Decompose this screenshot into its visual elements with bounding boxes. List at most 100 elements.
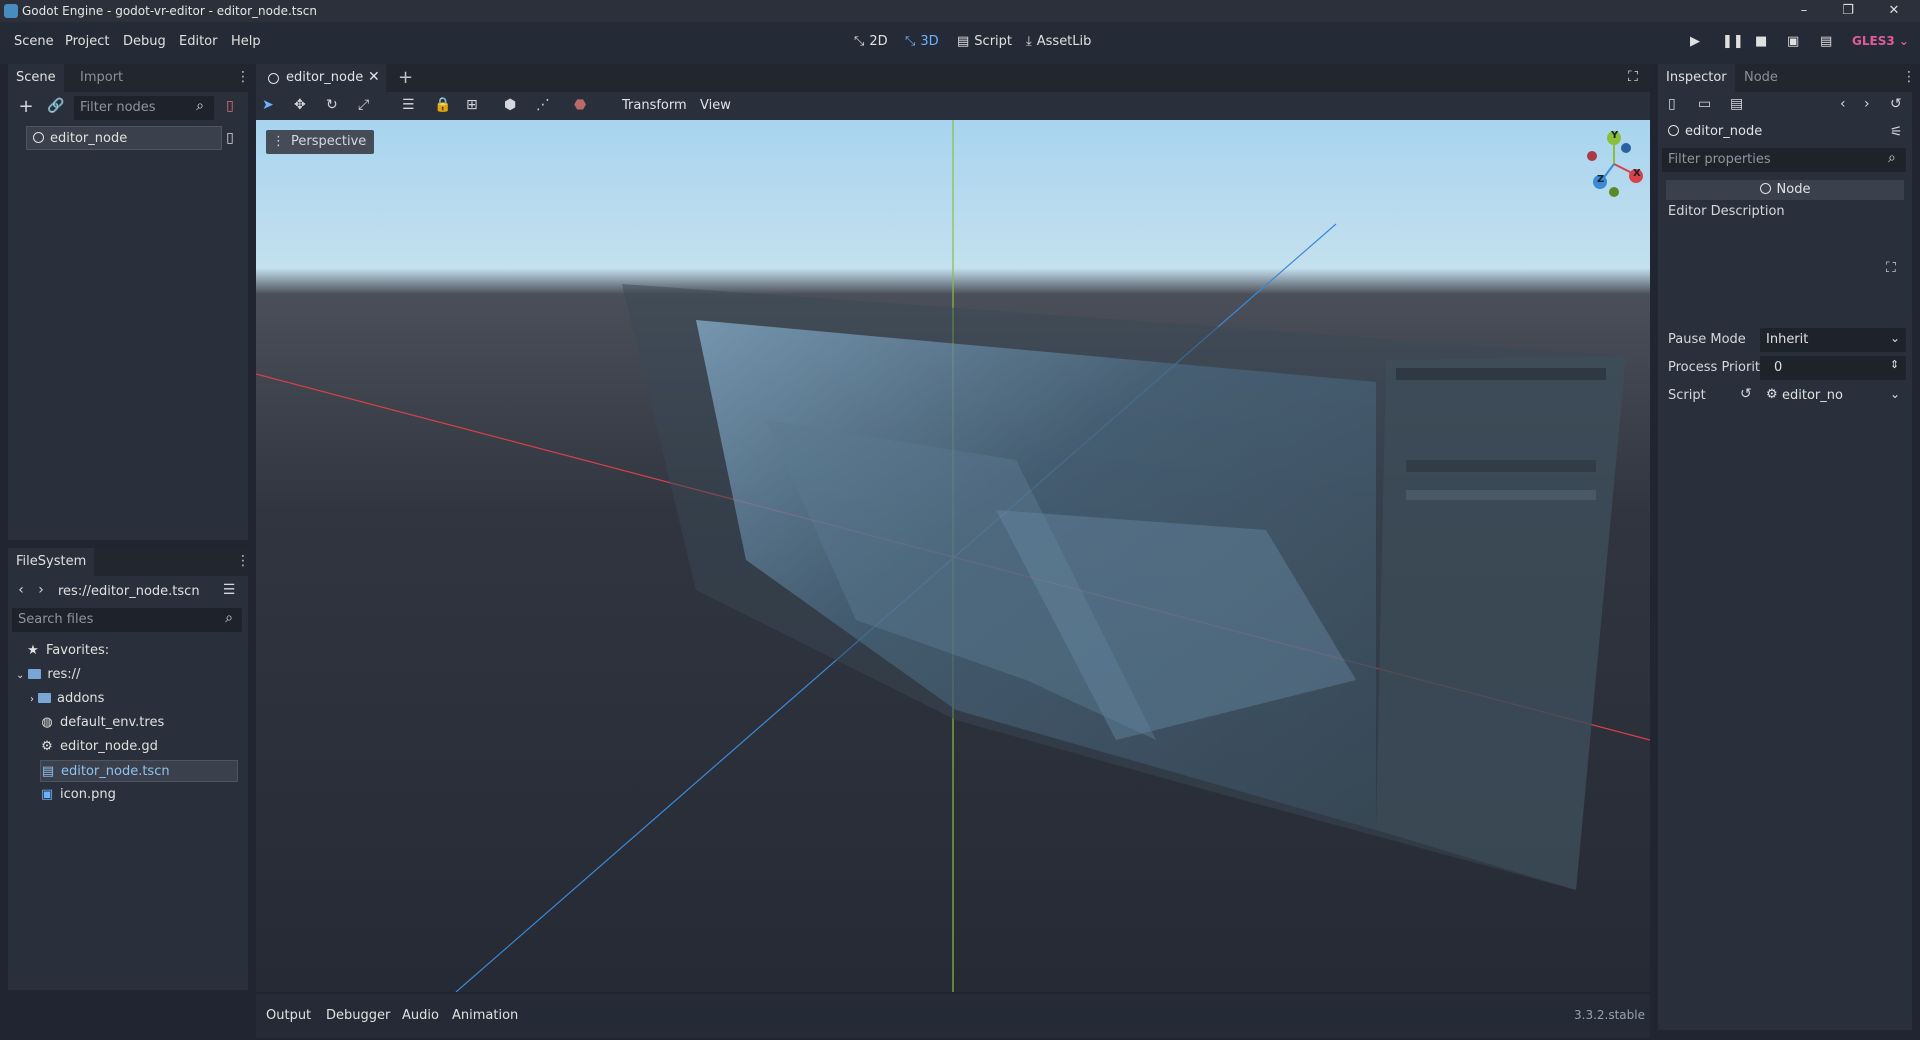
new-resource-icon[interactable]: ▯ (1668, 96, 1676, 112)
play-icon[interactable]: ▶ (1690, 34, 1700, 49)
expand-textarea-icon[interactable]: ⛶ (1886, 260, 1896, 276)
menu-project[interactable]: Project (65, 34, 109, 49)
local-space-icon[interactable]: ⬢ (504, 97, 516, 113)
back-icon[interactable]: ‹ (14, 582, 28, 598)
godot-logo-icon (4, 4, 18, 18)
gear-icon: ⚙ (1766, 387, 1778, 402)
split-mode-icon[interactable]: ☰ (220, 582, 238, 598)
fs-item-addons[interactable]: › addons (30, 688, 104, 710)
node-section-header[interactable]: Node (1666, 180, 1904, 200)
workspace-2d-button[interactable]: ⤡ 2D (854, 34, 888, 49)
fs-item-editor-node-tscn[interactable]: ▤ editor_node.tscn (40, 760, 238, 782)
filter-properties-input[interactable]: Filter properties (1662, 148, 1906, 172)
fs-item-icon-png[interactable]: ▣ icon.png (40, 784, 116, 806)
history-back-icon[interactable]: ‹ (1840, 96, 1846, 112)
editor-description-textarea[interactable] (1668, 222, 1904, 326)
distraction-free-icon[interactable]: ⛶ (1628, 69, 1638, 85)
script-resource-picker[interactable]: ⚙ editor_no ⌄ (1760, 384, 1906, 408)
scene-tree-root-label: editor_node (50, 131, 128, 146)
tab-scene[interactable]: Scene (8, 64, 64, 92)
pause-mode-label: Pause Mode (1668, 332, 1746, 347)
renderer-selector[interactable]: GLES3 ⌄ (1852, 34, 1909, 48)
menu-scene[interactable]: Scene (14, 34, 54, 49)
stop-icon[interactable]: ■ (1755, 34, 1767, 49)
spinner-icon[interactable]: ⇕ (1890, 358, 1899, 371)
chevron-down-icon[interactable]: ⌄ (1890, 387, 1900, 401)
open-folder-icon[interactable]: ▭ (1698, 96, 1711, 112)
scene-tree-root-item[interactable]: editor_node (26, 126, 222, 150)
add-node-icon[interactable]: + (16, 96, 36, 117)
filesystem-menu-icon[interactable]: ⋮ (236, 554, 250, 568)
script-attached-icon[interactable]: ▯ (222, 130, 238, 146)
gizmo-y-label: Y (1611, 130, 1619, 141)
play-scene-icon[interactable]: ▣ (1787, 34, 1799, 49)
transform-menu[interactable]: Transform (622, 98, 687, 113)
minimize-icon[interactable]: – (1790, 2, 1818, 20)
link-icon[interactable]: 🔗 (46, 98, 66, 114)
object-history-icon[interactable]: ↺ (1890, 96, 1902, 112)
window-title: Godot Engine - godot-vr-editor - editor_… (22, 4, 317, 18)
chevron-right-icon: › (30, 694, 34, 705)
menu-editor[interactable]: Editor (179, 34, 217, 49)
tab-debugger[interactable]: Debugger (326, 1008, 390, 1023)
scene-dock: Scene Import ⋮ + 🔗 Filter nodes ⌕ ▯ edit… (8, 64, 250, 540)
view-menu[interactable]: View (700, 98, 731, 113)
scene-dock-menu-icon[interactable]: ⋮ (236, 70, 250, 84)
workspace-assetlib-button[interactable]: ⤓ AssetLib (1026, 34, 1091, 49)
folder-icon (38, 693, 51, 703)
filesystem-path[interactable]: res://editor_node.tscn (58, 584, 200, 599)
scene-tab-editor-node[interactable]: editor_node ✕ (256, 64, 386, 92)
history-forward-icon[interactable]: › (1864, 96, 1870, 112)
attach-script-icon[interactable]: ▯ (220, 98, 240, 114)
filter-search-icon: ⌕ (1888, 150, 1896, 166)
filesystem-dock: FileSystem ⋮ ‹ › res://editor_node.tscn … (8, 548, 250, 990)
workspace-3d-label: 3D (920, 34, 939, 49)
save-icon[interactable]: ▤ (1730, 96, 1743, 112)
inspector-menu-icon[interactable]: ⋮ (1902, 70, 1916, 84)
tab-filesystem[interactable]: FileSystem (8, 548, 95, 576)
process-priority-spinbox[interactable]: 0 ⇕ (1760, 356, 1906, 380)
tab-import[interactable]: Import (72, 64, 131, 92)
restore-icon[interactable]: ❐ (1834, 2, 1862, 20)
tab-inspector[interactable]: Inspector (1658, 64, 1735, 92)
close-tab-icon[interactable]: ✕ (368, 69, 380, 85)
fs-item-editor-node-gd[interactable]: ⚙ editor_node.gd (40, 736, 158, 758)
close-window-icon[interactable]: ✕ (1880, 2, 1908, 20)
revert-icon[interactable]: ↺ (1740, 386, 1752, 402)
forward-icon[interactable]: › (34, 582, 48, 598)
image-icon: ▣ (40, 787, 54, 802)
snap-icon[interactable]: ⋰ (536, 97, 550, 113)
tab-audio[interactable]: Audio (402, 1008, 439, 1023)
move-mode-icon[interactable]: ✥ (294, 97, 306, 113)
play-custom-scene-icon[interactable]: ▤ (1820, 34, 1832, 49)
camera-preview-icon[interactable]: ⬣ (574, 97, 586, 113)
object-properties-icon[interactable]: ⚟ (1890, 124, 1903, 140)
res-root-item[interactable]: ⌄ res:// (16, 664, 80, 686)
rotate-mode-icon[interactable]: ↻ (326, 97, 338, 113)
search-files-input[interactable]: Search files (12, 608, 242, 632)
list-select-icon[interactable]: ☰ (402, 97, 415, 113)
new-tab-icon[interactable]: + (398, 67, 413, 88)
perspective-label: Perspective (291, 134, 367, 149)
fs-item-default-env[interactable]: ◍ default_env.tres (40, 712, 164, 734)
tab-node[interactable]: Node (1736, 64, 1786, 92)
tab-animation[interactable]: Animation (452, 1008, 518, 1023)
pause-icon[interactable]: ❚❚ (1722, 34, 1744, 49)
editor-description-label: Editor Description (1668, 204, 1785, 219)
chevron-down-icon: ⌄ (1890, 331, 1901, 345)
tab-output[interactable]: Output (266, 1008, 311, 1023)
group-icon[interactable]: ⊞ (466, 97, 478, 113)
menu-debug[interactable]: Debug (123, 34, 166, 49)
scale-mode-icon[interactable]: ⤢ (358, 97, 369, 113)
workspace-script-button[interactable]: ▤ Script (957, 34, 1012, 49)
lock-icon[interactable]: 🔒 (434, 97, 451, 113)
perspective-menu[interactable]: ⋮ Perspective (266, 130, 375, 154)
select-mode-icon[interactable]: ➤ (262, 97, 274, 113)
viewport-3d[interactable]: Y X Z ⋮ Perspective (256, 120, 1650, 992)
workspace-2d-label: 2D (869, 34, 888, 49)
clapperboard-icon: ▤ (41, 764, 55, 779)
pause-mode-select[interactable]: Inherit ⌄ (1760, 328, 1906, 352)
workspace-3d-button[interactable]: ⤡ 3D (905, 34, 939, 49)
menu-help[interactable]: Help (231, 34, 261, 49)
favorites-item[interactable]: ★ Favorites: (26, 640, 109, 662)
